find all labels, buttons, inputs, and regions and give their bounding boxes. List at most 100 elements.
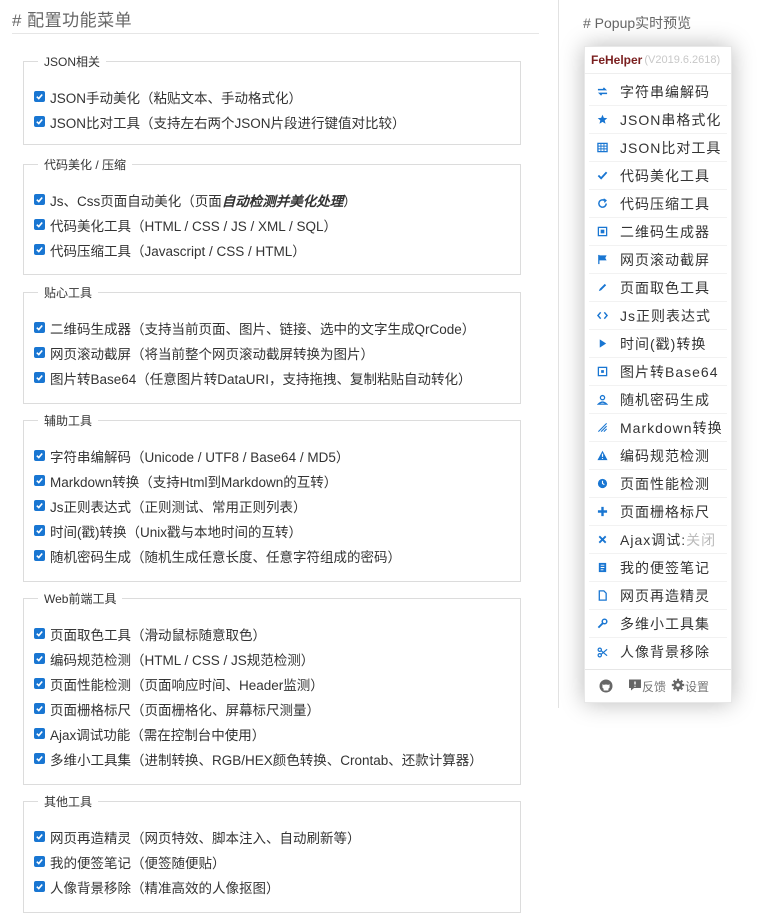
option-label: 编码规范检测（HTML / CSS / JS规范检测） — [50, 652, 315, 668]
title-divider — [12, 33, 539, 34]
checkbox[interactable] — [34, 628, 45, 639]
play-icon — [596, 337, 609, 350]
option-code-standards[interactable]: 编码规范检测（HTML / CSS / JS规范检测） — [34, 646, 520, 671]
popup-item-label: 时间(戳)转换 — [620, 335, 707, 352]
feedback-button[interactable]: 反馈 — [628, 678, 666, 695]
popup-item-regexp[interactable]: Js正则表达式 — [589, 302, 727, 330]
checkbox[interactable] — [34, 550, 45, 561]
checkbox[interactable] — [34, 881, 45, 892]
popup-item-label: JSON比对工具 — [620, 139, 722, 156]
checkbox[interactable] — [34, 653, 45, 664]
option-ajax-debugger[interactable]: Ajax调试功能（需在控制台中使用） — [34, 721, 520, 746]
option-emphasis: 自动检测并美化处理 — [221, 193, 344, 209]
checkbox[interactable] — [34, 703, 45, 714]
popup-item-markdown[interactable]: Markdown转换 — [589, 414, 727, 442]
option-json-diff[interactable]: JSON比对工具（支持左右两个JSON片段进行键值对比较） — [34, 109, 520, 134]
popup-item-sticky-notes[interactable]: 我的便签笔记 — [589, 554, 727, 582]
popup-item-label: 人像背景移除 — [620, 644, 710, 660]
popup-item-page-timing[interactable]: 页面性能检测 — [589, 470, 727, 498]
option-json-format[interactable]: JSON手动美化（粘贴文本、手动格式化） — [34, 84, 520, 109]
checkbox[interactable] — [34, 525, 45, 536]
wrench-icon — [596, 617, 609, 630]
popup-item-ajax-debugger[interactable]: Ajax调试: 关闭 — [589, 526, 727, 554]
checkbox[interactable] — [34, 831, 45, 842]
checkbox[interactable] — [34, 322, 45, 333]
github-icon[interactable] — [599, 679, 613, 693]
option-label: Js、Css页面自动美化（页面 — [50, 193, 222, 209]
option-label: 多维小工具集（进制转换、RGB/HEX颜色转换、Crontab、还款计算器） — [50, 752, 483, 768]
option-label: 时间(戳)转换（Unix戳与本地时间的互转） — [50, 524, 302, 540]
popup-item-label: 页面取色工具 — [620, 279, 710, 296]
option-label: 字符串编解码（Unicode / UTF8 / Base64 / MD5） — [50, 449, 350, 465]
option-auto-beautify[interactable]: Js、Css页面自动美化（页面 自动检测并美化处理） — [34, 187, 520, 212]
popup-item-code-beautify[interactable]: 代码美化工具 — [589, 162, 727, 190]
close-icon — [596, 533, 609, 546]
option-label: 页面取色工具（滑动鼠标随意取色） — [50, 627, 266, 643]
checkbox[interactable] — [34, 91, 45, 102]
popup-item-label: JSON串格式化 — [620, 111, 722, 128]
settings-button[interactable]: 设置 — [671, 678, 709, 695]
star-icon — [596, 113, 609, 126]
checkbox[interactable] — [34, 678, 45, 689]
option-regexp[interactable]: Js正则表达式（正则测试、常用正则列表） — [34, 493, 520, 518]
checkbox[interactable] — [34, 194, 45, 205]
grid-icon — [596, 141, 609, 154]
checkbox[interactable] — [34, 372, 45, 383]
popup-item-label: Ajax调试: — [620, 531, 687, 548]
option-remove-bg[interactable]: 人像背景移除（精准高效的人像抠图） — [34, 874, 520, 899]
option-color-picker[interactable]: 页面取色工具（滑动鼠标随意取色） — [34, 621, 520, 646]
check-icon — [596, 169, 609, 182]
popup-item-label: 代码美化工具 — [620, 167, 710, 184]
option-timestamp[interactable]: 时间(戳)转换（Unix戳与本地时间的互转） — [34, 518, 520, 543]
checkbox[interactable] — [34, 475, 45, 486]
option-code-compress[interactable]: 代码压缩工具（Javascript / CSS / HTML） — [34, 237, 520, 262]
option-label: Ajax调试功能（需在控制台中使用） — [50, 727, 266, 743]
section-handy-tools: 贴心工具 二维码生成器（支持当前页面、图片、链接、选中的文字生成QrCode） … — [23, 284, 521, 404]
feedback-label: 反馈 — [642, 679, 667, 694]
option-image-base64[interactable]: 图片转Base64（任意图片转DataURI，支持拖拽、复制粘贴自动转化） — [34, 365, 520, 390]
checkbox[interactable] — [34, 347, 45, 358]
checkbox[interactable] — [34, 856, 45, 867]
checkbox[interactable] — [34, 753, 45, 764]
popup-item-grid-ruler[interactable]: 页面栅格标尺 — [589, 498, 727, 526]
popup-item-code-compress[interactable]: 代码压缩工具 — [589, 190, 727, 218]
checkbox[interactable] — [34, 244, 45, 255]
popup-item-qrcode[interactable]: 二维码生成器 — [589, 218, 727, 246]
option-qrcode[interactable]: 二维码生成器（支持当前页面、图片、链接、选中的文字生成QrCode） — [34, 315, 520, 340]
section-title: JSON相关 — [44, 55, 101, 69]
popup-item-json-format[interactable]: JSON串格式化 — [589, 106, 727, 134]
popup-item-toolbox[interactable]: 多维小工具集 — [589, 610, 727, 638]
popup-item-label: Markdown转换 — [620, 419, 723, 436]
checkbox[interactable] — [34, 728, 45, 739]
option-page-timing[interactable]: 页面性能检测（页面响应时间、Header监测） — [34, 671, 520, 696]
option-grid-ruler[interactable]: 页面栅格标尺（页面栅格化、屏幕标尺测量） — [34, 696, 520, 721]
gear-icon — [671, 678, 685, 695]
popup-item-page-modifier[interactable]: 网页再造精灵 — [589, 582, 727, 610]
popup-item-en-decode[interactable]: 字符串编解码 — [589, 78, 727, 106]
popup-item-color-picker[interactable]: 页面取色工具 — [589, 274, 727, 302]
checkbox[interactable] — [34, 116, 45, 127]
option-screenshot[interactable]: 网页滚动截屏（将当前整个网页滚动截屏转换为图片） — [34, 340, 520, 365]
popup-header: FeHelper (V2019.6.2618) — [585, 47, 731, 74]
option-label: 随机密码生成（随机生成任意长度、任意字符组成的密码） — [50, 549, 401, 565]
popup-item-timestamp[interactable]: 时间(戳)转换 — [589, 330, 727, 358]
popup-item-password[interactable]: 随机密码生成 — [589, 386, 727, 414]
checkbox[interactable] — [34, 450, 45, 461]
popup-item-label: 页面性能检测 — [620, 475, 710, 492]
popup-item-remove-bg[interactable]: 人像背景移除 — [589, 638, 727, 666]
popup-item-screenshot[interactable]: 网页滚动截屏 — [589, 246, 727, 274]
popup-item-image-base64[interactable]: 图片转Base64 — [589, 358, 727, 386]
popup-item-json-diff[interactable]: JSON比对工具 — [589, 134, 727, 162]
option-code-beautify[interactable]: 代码美化工具（HTML / CSS / JS / XML / SQL） — [34, 212, 520, 237]
option-toolbox[interactable]: 多维小工具集（进制转换、RGB/HEX颜色转换、Crontab、还款计算器） — [34, 746, 520, 771]
option-en-decode[interactable]: 字符串编解码（Unicode / UTF8 / Base64 / MD5） — [34, 443, 520, 468]
checkbox[interactable] — [34, 500, 45, 511]
option-label: 我的便签笔记（便签随便贴） — [50, 855, 226, 871]
popup-item-code-standards[interactable]: 编码规范检测 — [589, 442, 727, 470]
page-title: # 配置功能菜单 — [12, 11, 133, 30]
option-sticky-notes[interactable]: 我的便签笔记（便签随便贴） — [34, 849, 520, 874]
checkbox[interactable] — [34, 219, 45, 230]
option-page-modifier[interactable]: 网页再造精灵（网页特效、脚本注入、自动刷新等） — [34, 824, 520, 849]
option-password[interactable]: 随机密码生成（随机生成任意长度、任意字符组成的密码） — [34, 543, 520, 568]
option-markdown[interactable]: Markdown转换（支持Html到Markdown的互转） — [34, 468, 520, 493]
